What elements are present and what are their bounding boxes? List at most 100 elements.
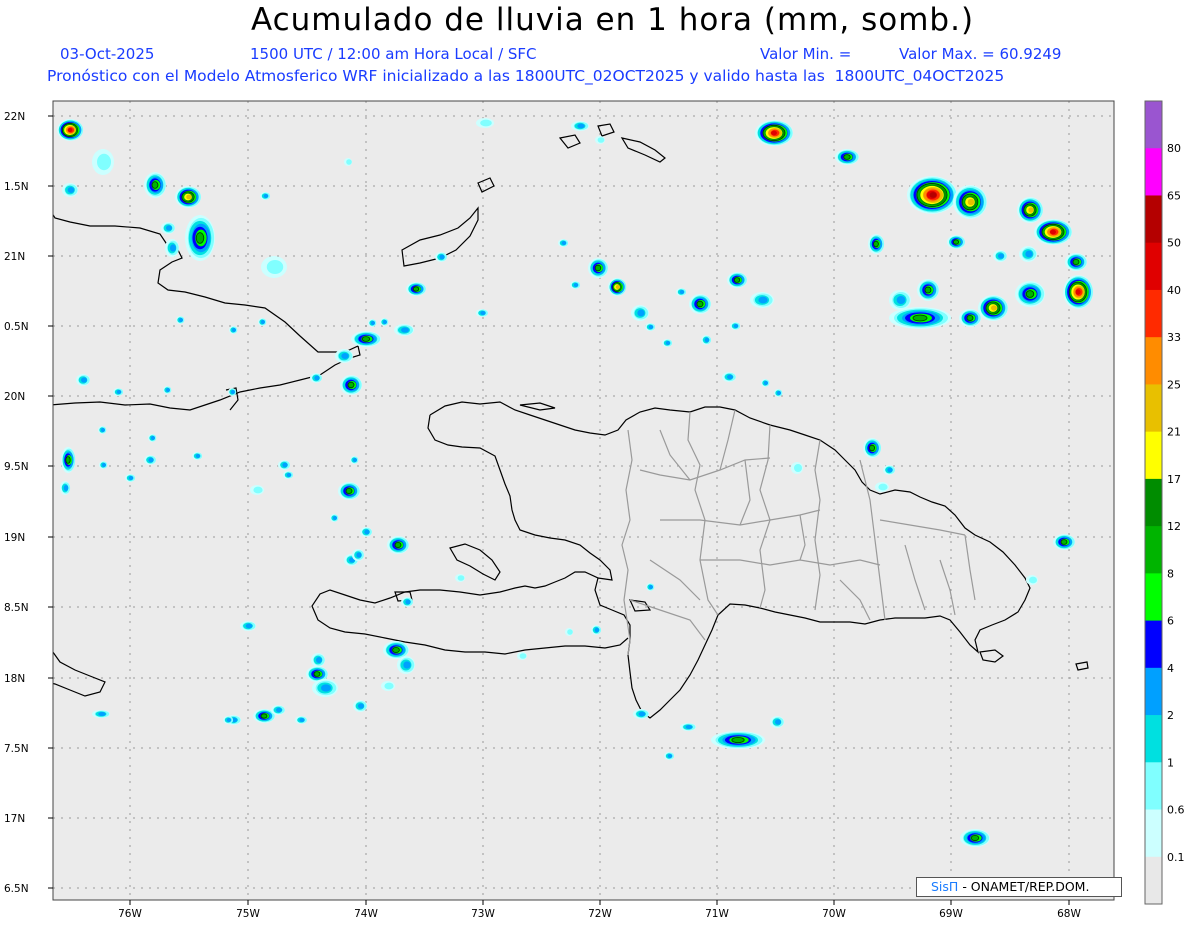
longitude-axis: 76W 75W 74W 73W 72W 71W 70W 69W 68W: [118, 900, 1081, 920]
rain-cell: [1034, 219, 1072, 245]
rain-cell: [271, 705, 285, 715]
rain-cell: [144, 172, 166, 198]
colorbar-segment: [1145, 762, 1162, 811]
rain-cell: [261, 256, 287, 278]
rain-cell: [947, 235, 965, 249]
colorbar-label: 4: [1167, 662, 1174, 675]
lat-tick: 21N: [4, 251, 25, 263]
rain-cell: [835, 149, 859, 165]
lat-tick: 7.5N: [4, 743, 29, 755]
colorbar-label: 8: [1167, 567, 1174, 580]
colorbar-segment: [1145, 856, 1162, 905]
lat-tick: 22N: [4, 111, 25, 123]
credit-org: - ONAMET/REP.DOM.: [962, 879, 1090, 894]
cuba-north-keys: [35, 198, 52, 208]
rain-cell: [1063, 275, 1093, 309]
colorbar-segment: [1145, 667, 1162, 716]
rain-cell: [455, 574, 465, 582]
colorbar-label: 33: [1167, 331, 1181, 344]
colorbar-label: 25: [1167, 378, 1181, 391]
rain-cell: [175, 186, 201, 208]
colorbar-label: 50: [1167, 237, 1181, 250]
rain-cell: [92, 149, 114, 175]
rain-cell: [312, 679, 338, 697]
rain-cell: [240, 621, 256, 631]
rain-cell: [960, 829, 990, 847]
rain-cell: [351, 331, 381, 347]
rain-cell: [727, 272, 747, 288]
colorbar-segment: [1145, 573, 1162, 622]
rain-cell: [310, 373, 322, 383]
rain-cell: [57, 119, 84, 141]
colorbar-segment: [1145, 148, 1162, 196]
colorbar-segment: [1145, 337, 1162, 385]
rainfall-map: 22N 1.5N 21N 0.5N 20N 9.5N 19N 8.5N 18N …: [4, 100, 1185, 920]
colorbar-segment: [1145, 478, 1162, 527]
rain-cell: [397, 656, 415, 674]
colorbar-label: 0.6: [1167, 804, 1185, 817]
rain-cell: [394, 324, 414, 336]
lat-tick: 20N: [4, 391, 25, 403]
rain-cell: [711, 731, 765, 749]
lat-tick: 9.5N: [4, 461, 29, 473]
rain-cell: [295, 716, 307, 724]
sispi-brand: SisΠ: [931, 879, 959, 894]
colorbar-segment: [1145, 289, 1162, 338]
lat-tick: 1.5N: [4, 181, 29, 193]
rain-cell: [863, 438, 881, 458]
rain-cell: [953, 185, 987, 219]
lat-tick: 0.5N: [4, 321, 29, 333]
lat-tick: 6.5N: [4, 883, 29, 895]
rain-cell: [917, 279, 939, 301]
colorbar-label: 21: [1167, 426, 1181, 439]
rain-cell: [185, 215, 215, 261]
rain-cell: [161, 222, 175, 234]
colorbar: 806550403325211712864210.60.1: [1144, 100, 1185, 905]
rain-cell: [62, 183, 78, 197]
colorbar-segment: [1145, 384, 1162, 433]
credit-box: SisΠ - ONAMET/REP.DOM.: [916, 877, 1122, 897]
rain-cell: [352, 549, 364, 561]
lon-tick: 70W: [822, 908, 846, 920]
rain-cell: [571, 121, 589, 131]
rain-cell: [311, 653, 325, 667]
rain-cell: [401, 597, 413, 607]
rain-cell: [907, 176, 957, 214]
rain-cell: [387, 536, 409, 554]
lon-tick: 74W: [354, 908, 378, 920]
lat-tick: 18N: [4, 673, 25, 685]
rain-cell: [1019, 246, 1037, 262]
rain-cell: [1053, 534, 1075, 550]
rain-cell: [875, 482, 889, 492]
colorbar-segment: [1145, 431, 1162, 480]
colorbar-label: 65: [1167, 189, 1181, 202]
lon-tick: 69W: [939, 908, 963, 920]
rain-cell: [889, 290, 911, 310]
rain-cell: [381, 681, 395, 691]
rain-cell: [165, 239, 179, 257]
rain-cell: [76, 374, 90, 386]
colorbar-segment: [1145, 620, 1162, 669]
colorbar-label: 0.1: [1167, 851, 1185, 864]
rain-cell: [353, 700, 367, 712]
lat-tick: 19N: [4, 532, 25, 544]
rain-cell: [791, 462, 803, 474]
rain-cell: [959, 309, 981, 327]
rain-cell: [750, 292, 774, 308]
colorbar-label: 17: [1167, 473, 1181, 486]
rain-cell: [588, 258, 608, 278]
colorbar-label: 2: [1167, 709, 1174, 722]
rain-cell: [595, 136, 605, 144]
colorbar-segment: [1145, 809, 1162, 858]
lon-tick: 68W: [1057, 908, 1081, 920]
rain-cell: [868, 234, 885, 254]
latitude-axis: 22N 1.5N 21N 0.5N 20N 9.5N 19N 8.5N 18N …: [4, 111, 53, 895]
rain-cell: [476, 118, 494, 128]
rain-cell: [633, 709, 649, 719]
rain-cell: [360, 527, 372, 537]
rain-cell: [344, 158, 352, 166]
rain-cell: [517, 652, 527, 660]
lon-tick: 76W: [118, 908, 142, 920]
rain-cell: [722, 372, 736, 382]
rain-cell: [883, 465, 895, 475]
